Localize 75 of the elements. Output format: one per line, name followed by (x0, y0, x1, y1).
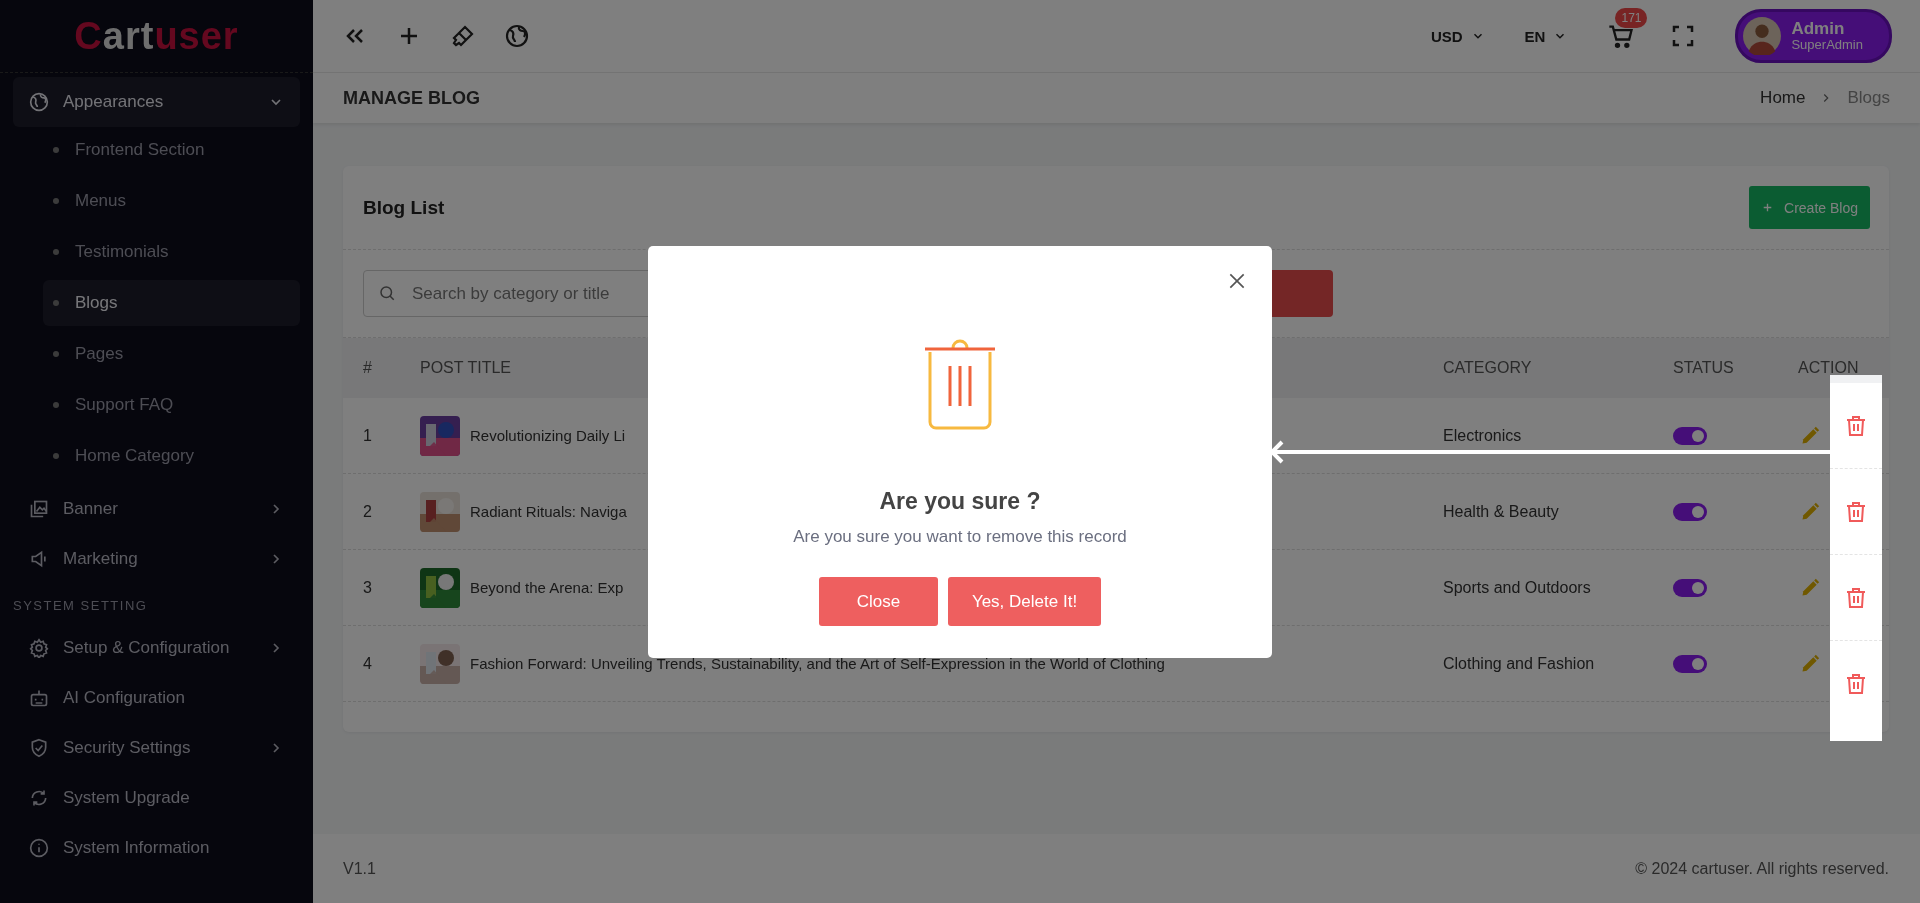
sidebar-item[interactable]: Banner (13, 484, 300, 534)
pencil-icon[interactable] (1800, 501, 1820, 522)
sidebar-item[interactable]: System Information (13, 823, 300, 873)
cart-badge: 171 (1615, 8, 1648, 28)
status-toggle[interactable] (1673, 654, 1707, 673)
sidebar-item[interactable]: AI Configuration (13, 673, 300, 723)
pencil-icon[interactable] (1800, 577, 1820, 598)
submenu-item[interactable]: Menus (43, 178, 300, 224)
robot-icon (29, 688, 49, 708)
sidebar-item[interactable]: Appearances (13, 77, 300, 127)
table-cell-text: Sports and Outdoors (1443, 578, 1592, 597)
pencil-icon[interactable] (1800, 653, 1820, 674)
table-cell: Fashion Forward: Unveiling Trends, Sustainability, and the Art of Self-Expression in the World of Clothing (470, 655, 1165, 672)
table-cell-text: 1 (363, 426, 373, 445)
search-icon (378, 284, 396, 302)
close-icon[interactable] (1227, 271, 1247, 291)
column-header: CATEGORY (1443, 359, 1533, 377)
pencil-icon[interactable] (1800, 425, 1820, 446)
breadcrumb-link[interactable]: Home (1760, 88, 1806, 108)
confirm-delete-button[interactable]: Yes, Delete It! (947, 577, 1102, 626)
sidebar-item[interactable]: Security Settings (13, 723, 300, 773)
table-cell: Radiant Rituals: Naviga (470, 503, 627, 520)
globe-icon (29, 92, 49, 112)
megaphone-icon (29, 549, 49, 569)
refresh-icon (29, 788, 49, 808)
section-heading: SYSTEM SETTING (13, 597, 149, 615)
table-cell-text: 4 (363, 654, 373, 673)
version-text: V1.1 (343, 859, 376, 878)
brush-icon[interactable] (451, 24, 475, 48)
create-blog-button[interactable]: Create Blog (1749, 186, 1870, 229)
images-icon (29, 499, 49, 519)
table-cell-text: 2 (363, 502, 373, 521)
trash-icon[interactable] (1844, 413, 1868, 438)
submenu-item[interactable]: Blogs (43, 280, 300, 326)
table-cell-text: Clothing and Fashion (1443, 654, 1596, 673)
sidebar-item[interactable]: System Upgrade (13, 773, 300, 823)
page-title: MANAGE BLOG (343, 87, 480, 109)
language-dropdown[interactable]: EN (1524, 27, 1568, 45)
trash-icon (923, 338, 997, 430)
column-header: POST TITLE (420, 359, 512, 377)
submenu-item[interactable]: Pages (43, 331, 300, 377)
column-header: # (363, 359, 373, 377)
fullscreen-icon[interactable] (1671, 24, 1696, 48)
dialog-title: Are you sure ? (879, 488, 1041, 515)
table-cell-text: Health & Beauty (1443, 502, 1560, 521)
sidebar-item[interactable]: Marketing (13, 534, 300, 584)
sidebar-item[interactable]: Setup & Configuration (13, 623, 300, 673)
info-icon (29, 838, 49, 858)
user-menu[interactable]: Admin SuperAdmin (1735, 9, 1892, 63)
column-header: STATUS (1673, 359, 1735, 377)
close-button[interactable]: Close (818, 577, 938, 626)
copyright-text: © 2024 cartuser. All rights reserved. (1635, 859, 1889, 878)
submenu-item[interactable]: Home Category (43, 433, 300, 479)
submenu-item[interactable]: Support FAQ (43, 382, 300, 428)
trash-icon[interactable] (1844, 672, 1868, 696)
status-toggle[interactable] (1673, 578, 1707, 597)
column-header: ACTION (1798, 359, 1860, 377)
shield-icon (29, 738, 49, 758)
logo: Cartuser (74, 14, 239, 58)
table-cell-text: 3 (363, 578, 373, 597)
gear-icon (29, 638, 49, 658)
card-title: Blog List (363, 196, 445, 219)
submenu-item[interactable]: Testimonials (43, 229, 300, 275)
submenu-item[interactable]: Frontend Section (43, 127, 300, 173)
avatar-icon (1743, 17, 1782, 55)
currency-dropdown[interactable]: USD (1430, 27, 1485, 45)
status-toggle[interactable] (1673, 502, 1707, 521)
trash-icon[interactable] (1844, 499, 1868, 524)
dialog-message: Are you sure you want to remove this record (793, 527, 1127, 547)
globe-icon[interactable] (505, 24, 529, 48)
trash-icon[interactable] (1844, 585, 1868, 610)
table-cell: Revolutionizing Daily Li (470, 427, 626, 444)
table-cell-text: Electronics (1443, 426, 1523, 445)
table-cell: Beyond the Arena: Exp (470, 579, 624, 596)
status-toggle[interactable] (1673, 426, 1707, 445)
